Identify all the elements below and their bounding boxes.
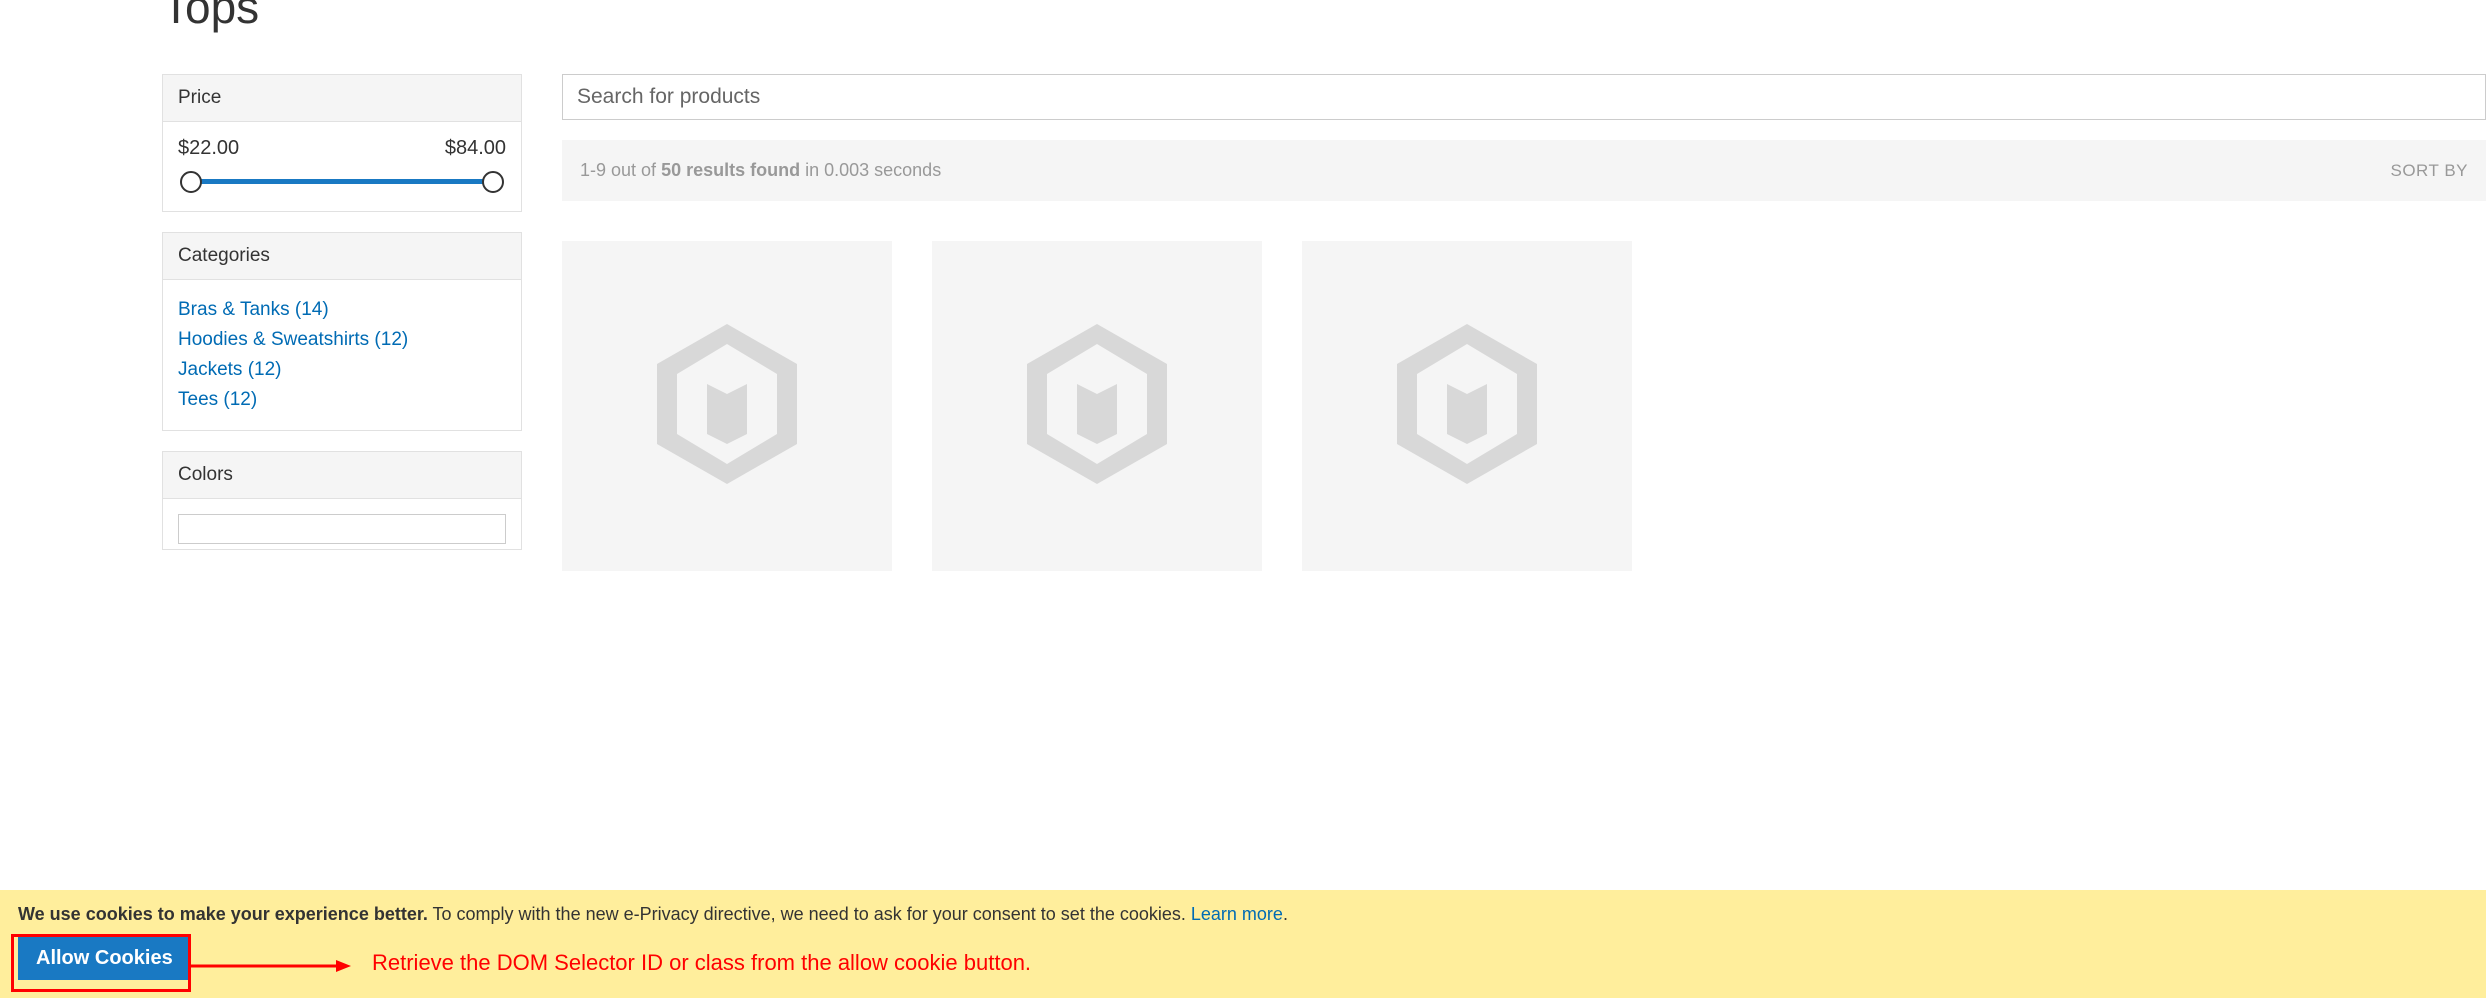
main-content: 1-9 out of 50 results found in 0.003 sec… (562, 74, 2486, 571)
colors-filter: Colors (162, 451, 522, 550)
colors-filter-header: Colors (163, 452, 521, 499)
price-slider-max-handle[interactable] (482, 171, 504, 193)
cookie-text-line: We use cookies to make your experience b… (18, 904, 2468, 925)
cookie-bold-text: We use cookies to make your experience b… (18, 904, 428, 924)
sort-by-label[interactable]: SORT BY (2390, 161, 2468, 181)
cookie-text: To comply with the new e-Privacy directi… (428, 904, 1191, 924)
price-max-label: $84.00 (445, 137, 506, 160)
category-item: Tees (12) (178, 385, 506, 415)
main-container: Price $22.00 $84.00 Categories Bras & Ta… (0, 34, 2486, 571)
allow-cookies-button[interactable]: Allow Cookies (18, 937, 191, 980)
price-filter: Price $22.00 $84.00 (162, 74, 522, 212)
colors-dropdown[interactable] (178, 514, 506, 544)
price-labels: $22.00 $84.00 (178, 137, 506, 160)
category-link-bras-tanks[interactable]: Bras & Tanks (14) (178, 299, 329, 320)
product-card[interactable] (562, 241, 892, 571)
cookie-period: . (1283, 904, 1288, 924)
colors-filter-body (163, 499, 521, 549)
product-card[interactable] (932, 241, 1262, 571)
results-bar: 1-9 out of 50 results found in 0.003 sec… (562, 140, 2486, 201)
category-link-tees[interactable]: Tees (12) (178, 389, 257, 410)
categories-filter-header: Categories (163, 233, 521, 280)
cookie-learn-more-link[interactable]: Learn more (1191, 904, 1283, 924)
placeholder-icon (1367, 304, 1567, 509)
page-title: Tops (162, 0, 2486, 34)
price-slider-track (190, 179, 494, 184)
price-slider-min-handle[interactable] (180, 171, 202, 193)
categories-list: Bras & Tanks (14) Hoodies & Sweatshirts … (178, 295, 506, 415)
results-prefix: 1-9 out of (580, 160, 661, 180)
category-link-hoodies[interactable]: Hoodies & Sweatshirts (12) (178, 329, 408, 350)
price-filter-body: $22.00 $84.00 (163, 122, 521, 211)
category-item: Jackets (12) (178, 355, 506, 385)
cookie-banner: We use cookies to make your experience b… (0, 890, 2486, 998)
results-count: 50 results found (661, 160, 800, 180)
filters-sidebar: Price $22.00 $84.00 Categories Bras & Ta… (162, 74, 522, 571)
price-min-label: $22.00 (178, 137, 239, 160)
products-grid (562, 241, 2486, 571)
price-slider (178, 166, 506, 196)
price-filter-header: Price (163, 75, 521, 122)
product-card[interactable] (1302, 241, 1632, 571)
category-item: Hoodies & Sweatshirts (12) (178, 325, 506, 355)
category-link-jackets[interactable]: Jackets (12) (178, 359, 281, 380)
category-item: Bras & Tanks (14) (178, 295, 506, 325)
categories-filter: Categories Bras & Tanks (14) Hoodies & S… (162, 232, 522, 431)
results-suffix: in 0.003 seconds (800, 160, 941, 180)
search-input[interactable] (562, 74, 2486, 120)
categories-filter-body: Bras & Tanks (14) Hoodies & Sweatshirts … (163, 280, 521, 430)
placeholder-icon (997, 304, 1197, 509)
placeholder-icon (627, 304, 827, 509)
results-count-text: 1-9 out of 50 results found in 0.003 sec… (580, 160, 941, 181)
